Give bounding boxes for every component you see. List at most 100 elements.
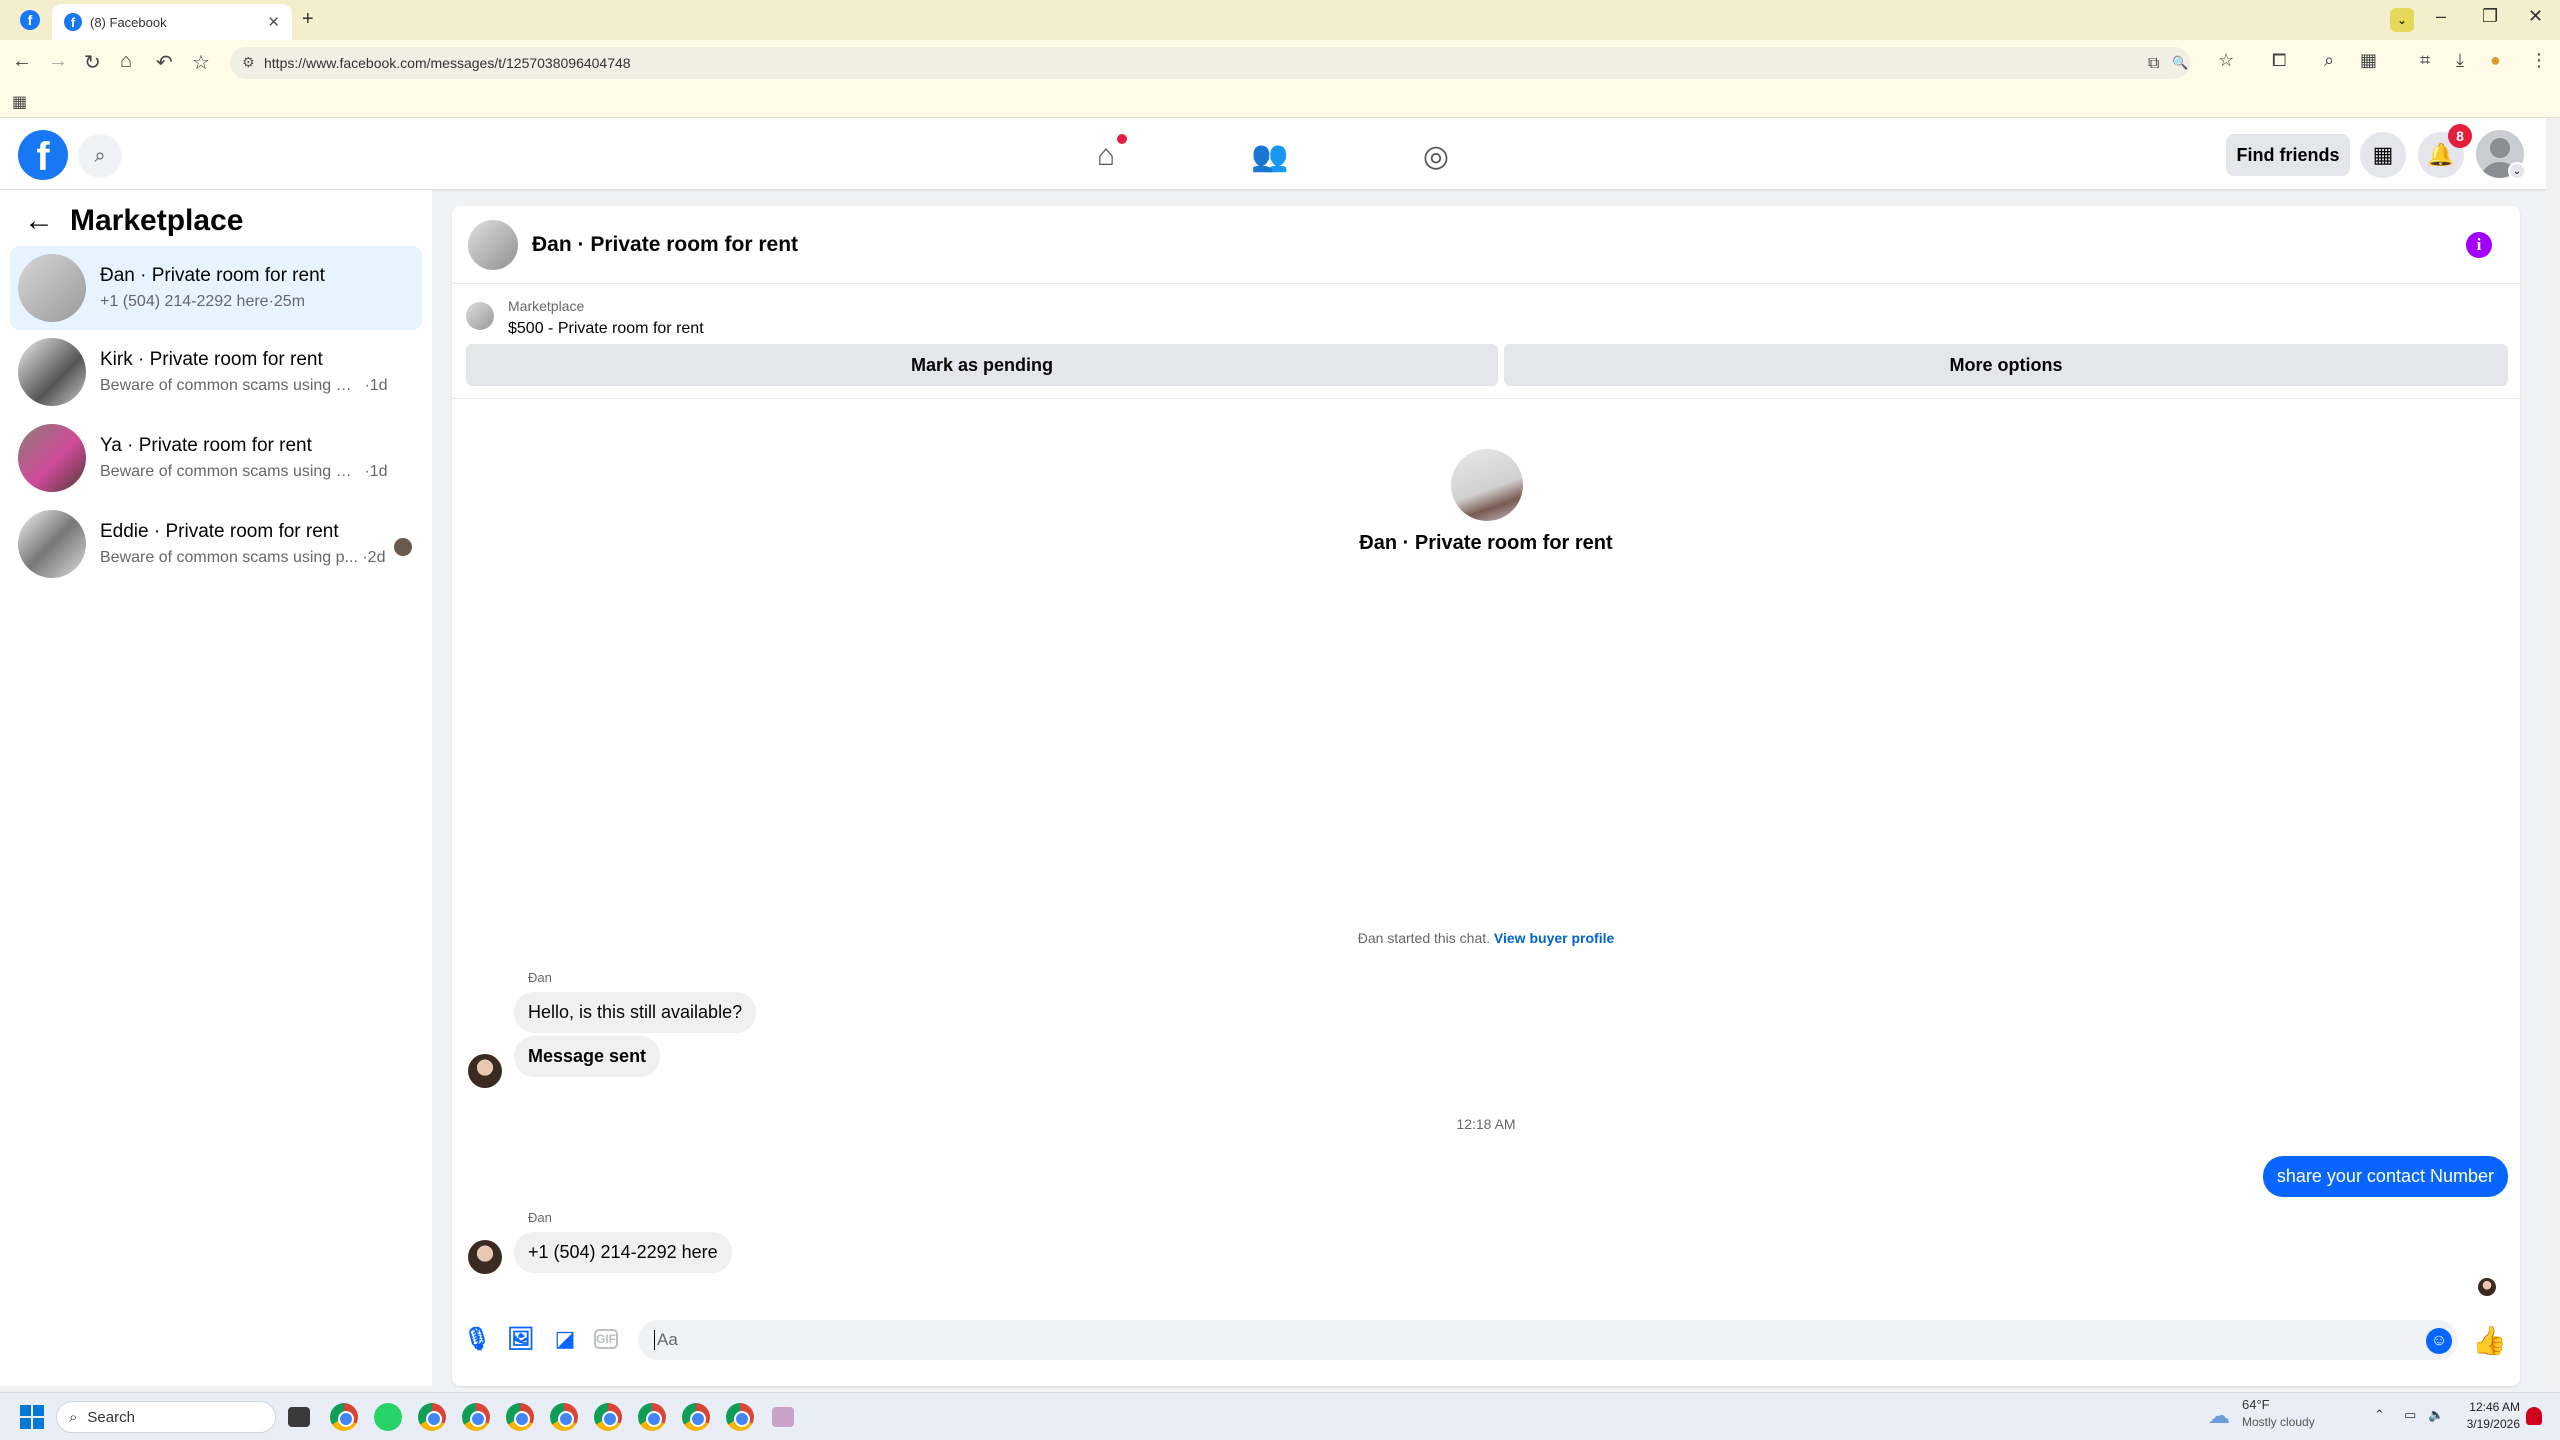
listing-title: $500 - Private room for rent: [508, 320, 704, 337]
clock-date: 3/19/2026: [2466, 1417, 2520, 1431]
whatsapp-icon[interactable]: [374, 1403, 402, 1431]
crop-icon[interactable]: ⌗: [2420, 50, 2430, 71]
extensions-icon[interactable]: ⧠: [2272, 50, 2286, 71]
windows-start-icon[interactable]: [20, 1405, 44, 1429]
chat-title[interactable]: Đan · Private room for rent: [532, 233, 798, 257]
chrome-profile-icon[interactable]: [726, 1403, 754, 1431]
restore-icon[interactable]: ❐: [2482, 6, 2498, 27]
menu-icon[interactable]: ⋮: [2530, 50, 2548, 71]
sidebar-header: ← Marketplace: [24, 204, 243, 238]
listing-thumbnail: [466, 302, 494, 330]
find-friends-button[interactable]: Find friends: [2226, 134, 2350, 176]
url-bar[interactable]: ⚙ https://www.facebook.com/messages/t/12…: [230, 47, 2190, 79]
outgoing-message[interactable]: share your contact Number: [2262, 1156, 2508, 1197]
zoom-icon[interactable]: 🔍: [2172, 55, 2188, 71]
emoji-icon[interactable]: ☺: [2426, 1328, 2452, 1354]
taskbar-clock[interactable]: 12:46 AM 3/19/2026: [2460, 1399, 2520, 1433]
message-sender: Đan: [528, 970, 552, 985]
gif-icon[interactable]: GIF: [594, 1329, 618, 1349]
conversation-item[interactable]: Eddie · Private room for rent Beware of …: [10, 502, 422, 586]
menu-grid-icon[interactable]: ▦: [2360, 132, 2406, 178]
mark-as-pending-button[interactable]: Mark as pending: [466, 344, 1498, 386]
weather-temp[interactable]: 64°F: [2242, 1397, 2270, 1412]
new-tab-icon[interactable]: +: [302, 8, 314, 31]
conversation-name: Eddie · Private room for rent: [100, 521, 339, 542]
message-input[interactable]: Aa: [638, 1320, 2458, 1360]
file-explorer-icon[interactable]: [288, 1407, 310, 1427]
view-buyer-profile-link[interactable]: View buyer profile: [1494, 930, 1614, 946]
chat-header: Đan · Private room for rent i: [452, 206, 2520, 284]
notification-bell-icon[interactable]: [2526, 1407, 2542, 1425]
read-receipt-avatar: [2478, 1278, 2496, 1296]
minimize-icon[interactable]: –: [2436, 6, 2446, 27]
conversation-time: 2d: [367, 549, 386, 566]
search-icon[interactable]: ⌕: [2324, 50, 2334, 71]
chat-avatar[interactable]: [468, 219, 518, 270]
chevron-up-icon[interactable]: ⌃: [2374, 1407, 2385, 1423]
listing-info[interactable]: Marketplace $500 - Private room for rent: [466, 298, 704, 338]
groups-icon[interactable]: ◎: [1414, 136, 1458, 176]
bookmark-star-icon[interactable]: ☆: [2218, 50, 2234, 71]
conversation-item[interactable]: Kirk · Private room for rent Beware of c…: [10, 330, 422, 414]
photo-icon[interactable]: 🖼: [507, 1326, 535, 1352]
sticker-icon[interactable]: ◪: [552, 1326, 578, 1352]
network-icon[interactable]: ▭: [2404, 1407, 2416, 1423]
chrome-profile-icon[interactable]: [462, 1403, 490, 1431]
incoming-message[interactable]: Hello, is this still available?: [514, 992, 757, 1033]
download-icon[interactable]: ⤓: [2456, 50, 2464, 71]
chrome-icon[interactable]: [330, 1403, 358, 1431]
snipping-tool-icon[interactable]: [772, 1407, 794, 1427]
incoming-message[interactable]: Message sent: [514, 1036, 661, 1077]
search-icon: ⌕: [69, 1408, 78, 1426]
more-options-button[interactable]: More options: [1504, 344, 2508, 386]
account-icon[interactable]: ●: [2490, 50, 2501, 71]
conversation-item[interactable]: Ya · Private room for rent Beware of com…: [10, 416, 422, 500]
microphone-icon[interactable]: 🎙: [463, 1326, 491, 1352]
chrome-profile-icon[interactable]: [594, 1403, 622, 1431]
facebook-logo[interactable]: f: [18, 130, 68, 180]
message-sender: Đan: [528, 1210, 552, 1225]
chrome-profile-icon[interactable]: [418, 1403, 446, 1431]
tab-groups-icon[interactable]: ▦: [2360, 50, 2377, 71]
separator-dot: ·: [357, 549, 368, 566]
install-icon[interactable]: ⧉: [2148, 55, 2159, 73]
chrome-profile-icon[interactable]: [682, 1403, 710, 1431]
forward-icon[interactable]: →: [48, 50, 68, 73]
incoming-message[interactable]: +1 (504) 214-2292 here: [514, 1232, 732, 1273]
taskbar-search-label: Search: [87, 1408, 135, 1426]
conversation-time: 25m: [273, 293, 306, 310]
message-composer: 🎙 🖼 ◪ GIF Aa ☺ 👍: [452, 1310, 2520, 1370]
home-icon[interactable]: ⌂: [120, 50, 132, 73]
close-window-icon[interactable]: ✕: [2528, 6, 2543, 27]
conversation-item[interactable]: Đan · Private room for rent +1 (504) 214…: [10, 246, 422, 330]
page-scrollbar[interactable]: [2546, 118, 2560, 1386]
apps-grid-icon[interactable]: ▦: [12, 92, 27, 112]
search-icon[interactable]: ⌕: [78, 134, 122, 178]
weather-desc[interactable]: Mostly cloudy: [2242, 1415, 2315, 1429]
back-arrow-icon[interactable]: ←: [24, 204, 54, 238]
chevron-down-icon[interactable]: ⌄: [2508, 162, 2526, 180]
browser-tab[interactable]: f (8) Facebook ✕: [52, 4, 292, 40]
facebook-logo-letter: f: [36, 135, 50, 179]
bookmarks-bar: ▦: [0, 86, 2560, 118]
back-icon[interactable]: ←: [12, 50, 32, 73]
tab-search-icon[interactable]: ⌄: [2390, 8, 2414, 32]
chrome-profile-icon[interactable]: [638, 1403, 666, 1431]
chrome-profile-icon[interactable]: [506, 1403, 534, 1431]
taskbar-search[interactable]: ⌕ Search: [56, 1401, 276, 1433]
close-tab-icon[interactable]: ✕: [267, 13, 280, 31]
site-info-icon[interactable]: ⚙: [242, 54, 255, 71]
thumbs-up-icon[interactable]: 👍: [2472, 1324, 2507, 1357]
star-icon[interactable]: ☆: [192, 50, 210, 75]
friends-icon[interactable]: 👥: [1248, 136, 1292, 176]
reload-icon[interactable]: ↻: [84, 50, 101, 75]
home-notification-dot: [1117, 134, 1127, 144]
info-icon[interactable]: i: [2466, 232, 2492, 258]
chrome-profile-icon[interactable]: [550, 1403, 578, 1431]
facebook-favicon-icon[interactable]: f: [20, 10, 40, 30]
listing-thumbnail: [18, 510, 86, 578]
volume-icon[interactable]: 🔈: [2428, 1407, 2444, 1423]
sender-avatar[interactable]: [468, 1240, 502, 1274]
undo-icon[interactable]: ↶: [156, 50, 173, 75]
sender-avatar[interactable]: [468, 1054, 502, 1088]
